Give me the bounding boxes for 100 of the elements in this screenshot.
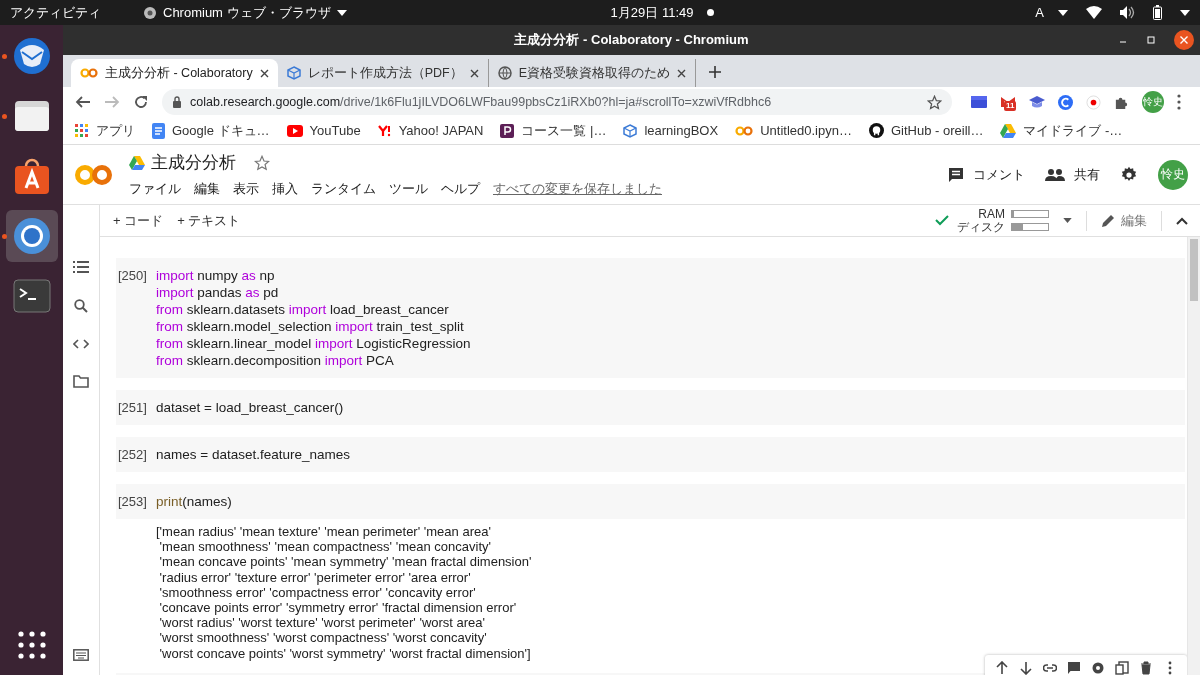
box-icon (623, 123, 638, 138)
bookmark[interactable]: GitHub - oreill… (868, 123, 984, 138)
down-arrow-icon[interactable] (1019, 661, 1033, 675)
battery-icon[interactable] (1153, 5, 1162, 20)
bookmark[interactable]: learningBOX (623, 123, 719, 138)
dropdown-caret-icon[interactable] (1063, 218, 1072, 223)
search-icon[interactable] (74, 299, 88, 313)
bookmark[interactable]: Google ドキュ… (152, 121, 270, 140)
record-icon[interactable] (1086, 94, 1101, 110)
app-grid-icon[interactable] (17, 631, 46, 659)
menu-item[interactable]: 編集 (194, 180, 220, 198)
output-line: 'worst concave points' 'worst symmetry' 'worst fractal dimension'] (158, 645, 532, 661)
execution-count: [250] (118, 267, 148, 285)
code-cell[interactable]: [253] print(names) (116, 484, 1185, 519)
co-logo-icon (80, 68, 98, 78)
bookmark[interactable]: YouTube (286, 123, 361, 138)
add-text-button[interactable]: + テキスト (177, 211, 241, 230)
address-field[interactable]: colab.research.google.com/drive/1k6Flu1jILVDO6LWFbau99pbsCz1iRXb0?hl=ja#scrollTo=xzwiVfRdbhc6 (162, 89, 952, 115)
close-icon[interactable] (677, 68, 687, 78)
folder-icon[interactable] (73, 375, 89, 388)
close-icon[interactable] (1174, 30, 1194, 50)
code-line: print(names) (156, 493, 232, 510)
keyboard-icon[interactable] (73, 649, 89, 661)
table-of-contents-icon[interactable] (73, 261, 89, 273)
menu-item[interactable]: ファイル (129, 180, 181, 198)
star-icon[interactable] (927, 94, 942, 110)
dock-item[interactable] (5, 210, 58, 262)
output-line: 'concave points error' 'symmetry error' 'fractal dimension error' (158, 600, 518, 616)
up-arrow-icon[interactable] (995, 661, 1009, 675)
comment-icon (948, 166, 964, 183)
input-method-menu[interactable]: A (1035, 5, 1044, 20)
execution-count: [252] (118, 446, 148, 463)
caret-icon[interactable] (1058, 9, 1068, 16)
cat-logo-icon (868, 123, 884, 138)
extension-icon[interactable] (971, 95, 987, 109)
new-tab-icon[interactable] (708, 65, 723, 79)
mail-badge[interactable]: 11 (1000, 96, 1016, 108)
output-line: 'worst radius' 'worst texture' 'worst perimeter' 'worst area' (158, 615, 487, 631)
output-line: 'worst smoothness' 'worst compactness' 'worst concavity' (158, 630, 488, 646)
settings-icon[interactable] (1091, 661, 1105, 675)
execution-count: [253] (118, 493, 148, 510)
code-line: from sklearn.datasets import load_breast_cancer (156, 301, 450, 318)
bookmark[interactable]: マイドライブ -… (1000, 121, 1123, 140)
lock-icon[interactable] (172, 96, 182, 108)
p-logo-icon (500, 123, 515, 138)
ram-meter (1011, 210, 1049, 218)
apps-grid-icon (75, 123, 89, 138)
menu-item[interactable]: 挿入 (272, 180, 298, 198)
bookmark[interactable]: Yahoo! JAPAN (377, 123, 484, 138)
globe-icon (497, 66, 512, 80)
mirror-icon[interactable] (1115, 661, 1129, 675)
share-button[interactable]: 共有 (1045, 165, 1100, 184)
notebook-title[interactable]: 主成分分析 (151, 151, 236, 174)
browser-icon (11, 216, 52, 256)
wifi-icon[interactable] (1086, 6, 1102, 19)
close-icon[interactable] (469, 68, 479, 78)
code-line: from sklearn.model_selection import train_test_split (156, 318, 465, 335)
caret-icon[interactable] (1180, 9, 1190, 16)
graduation-cap-icon[interactable] (1029, 95, 1045, 109)
output-line: 'mean smoothness' 'mean compactness' 'mean concavity' (158, 539, 492, 555)
c-logo-icon[interactable] (1058, 94, 1073, 110)
comment-button[interactable]: コメント (948, 165, 1025, 184)
comment-icon[interactable] (1067, 661, 1081, 675)
code-icon[interactable] (73, 339, 89, 349)
volume-icon[interactable] (1120, 6, 1135, 19)
execution-count: [251] (118, 399, 148, 416)
menu-item[interactable]: ヘルプ (441, 180, 480, 198)
edit-button[interactable]: 編集 (1101, 211, 1147, 230)
code-line: names = dataset.feature_names (156, 446, 350, 463)
scrollbar[interactable] (1187, 237, 1200, 675)
close-icon[interactable] (259, 68, 269, 78)
menu-item[interactable]: 表示 (233, 180, 259, 198)
app-menu[interactable]: Chromium ウェブ・ブラウザ (143, 3, 347, 22)
code-line: import numpy as np (156, 267, 276, 284)
window-title: 主成分分析 - Colaboratory - Chromium (514, 31, 749, 49)
menu-item[interactable]: ランタイム (311, 180, 376, 198)
menu-icon[interactable] (1177, 94, 1181, 110)
star-icon[interactable] (254, 154, 270, 171)
bookmark[interactable]: コース一覧 |… (500, 121, 607, 140)
collapse-icon[interactable] (1176, 216, 1188, 225)
bookmark[interactable]: アプリ (75, 121, 135, 140)
code-line: from sklearn.decomposition import PCA (156, 352, 395, 369)
co-logo-icon[interactable] (75, 163, 113, 186)
back-icon[interactable] (75, 94, 91, 110)
code-cell[interactable]: [251] dataset = load_breast_cancer() (116, 390, 1185, 425)
menu-item[interactable]: ツール (389, 180, 428, 198)
disk-meter (1011, 223, 1049, 231)
add-code-button[interactable]: + コード (113, 211, 164, 230)
triangle-logo-icon (1000, 123, 1017, 138)
link-icon[interactable] (1043, 661, 1057, 675)
activities-button[interactable]: アクティビティ (10, 3, 101, 22)
code-cell[interactable]: [252] names = dataset.feature_names (116, 437, 1185, 472)
url-text: colab.research.google.com/drive/1k6Flu1jILVDO6LWFbau99pbsCz1iRXb0?hl=ja#scrollTo=xzwiVfRdbhc6 (190, 95, 772, 109)
save-status-link[interactable]: すべての変更を保存しました (493, 180, 662, 198)
trash-icon[interactable] (1139, 661, 1153, 675)
maximize-icon[interactable] (1146, 35, 1156, 45)
clock[interactable]: 1月29日 11:49 (610, 3, 694, 22)
bookmark[interactable]: Untitled0.ipyn… (735, 123, 852, 138)
browser-tab[interactable]: 主成分分析 - Colaboratory (71, 59, 278, 87)
reload-icon[interactable] (133, 94, 149, 110)
